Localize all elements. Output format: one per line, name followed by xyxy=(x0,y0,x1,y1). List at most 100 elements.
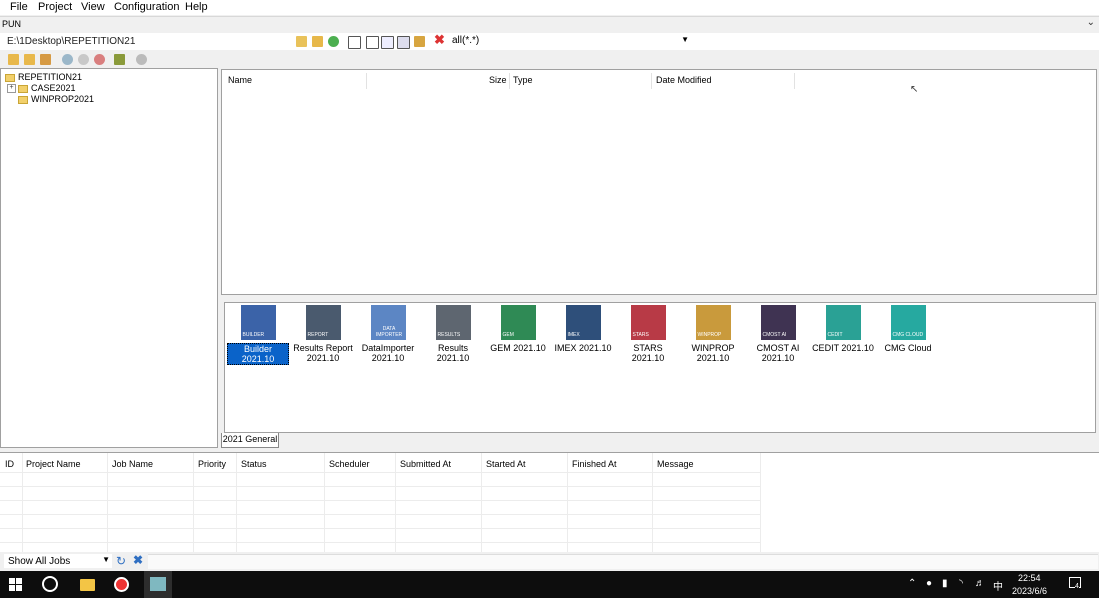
menu-help[interactable]: Help xyxy=(185,1,208,13)
horizontal-scrollbar[interactable] xyxy=(148,554,1098,569)
grid-line xyxy=(0,528,760,529)
chevron-down-icon[interactable]: ⌄ xyxy=(1087,17,1095,28)
tree-node-label: CASE2021 xyxy=(31,83,76,93)
wifi-icon[interactable]: ◝ xyxy=(959,578,963,589)
cmg-launcher-taskbar-item[interactable] xyxy=(144,571,172,598)
open-project-icon[interactable] xyxy=(8,54,19,65)
column-message[interactable]: Message xyxy=(657,459,694,469)
menu-view[interactable]: View xyxy=(81,1,105,13)
grid-line xyxy=(567,453,568,552)
menu-file[interactable]: File xyxy=(10,1,28,13)
app-label: DataImporter 2021.10 xyxy=(361,343,415,363)
column-status[interactable]: Status xyxy=(241,459,267,469)
notes-icon[interactable] xyxy=(114,54,125,65)
winprop-icon: WINPROP xyxy=(695,305,731,340)
app-winprop[interactable]: WINPROP WINPROP 2021.10 xyxy=(682,305,744,363)
column-separator[interactable] xyxy=(794,73,795,89)
dropdown-arrow-icon: ▼ xyxy=(102,555,110,564)
cmg-app-icon xyxy=(150,577,166,591)
recorder-app-icon[interactable] xyxy=(114,577,129,592)
app-dataimporter[interactable]: DATA IMPORTER DataImporter 2021.10 xyxy=(357,305,419,363)
column-date-modified[interactable]: Date Modified xyxy=(656,75,712,85)
column-project-name[interactable]: Project Name xyxy=(26,459,81,469)
properties-icon[interactable] xyxy=(414,36,425,47)
tree-node-label: WINPROP2021 xyxy=(31,94,95,104)
column-job-name[interactable]: Job Name xyxy=(112,459,153,469)
clock-time[interactable]: 22:54 xyxy=(1018,573,1041,583)
column-scheduler[interactable]: Scheduler xyxy=(329,459,370,469)
expand-icon[interactable]: + xyxy=(7,84,16,94)
chevron-up-icon[interactable]: ⌃ xyxy=(908,578,916,589)
folder-open-icon[interactable] xyxy=(312,36,323,47)
help-icon[interactable] xyxy=(136,54,147,65)
file-explorer-icon[interactable] xyxy=(80,579,95,591)
column-separator[interactable] xyxy=(366,73,367,89)
clear-icon[interactable]: ✖ xyxy=(133,553,143,567)
ime-indicator[interactable]: 中 xyxy=(993,578,1003,593)
tree-root[interactable]: REPETITION21 xyxy=(5,72,82,83)
app-builder[interactable]: BUILDER Builder 2021.10 xyxy=(227,305,289,365)
app-stars[interactable]: STARS STARS 2021.10 xyxy=(617,305,679,363)
refresh-icon[interactable] xyxy=(328,36,339,47)
job-toolbar: Show All Jobs ▼ ↻ ✖ xyxy=(0,552,1099,570)
column-name[interactable]: Name xyxy=(228,75,252,85)
refresh-icon[interactable]: ↻ xyxy=(116,554,126,568)
details-view-icon[interactable] xyxy=(397,36,410,49)
battery-icon[interactable]: ▮ xyxy=(942,578,948,589)
list-view-icon[interactable] xyxy=(381,36,394,49)
clock-date[interactable]: 2023/6/6 xyxy=(1012,586,1047,596)
app-cmost-ai[interactable]: CMOST AI CMOST AI 2021.10 xyxy=(747,305,809,363)
column-type[interactable]: Type xyxy=(513,75,533,85)
kill-icon[interactable] xyxy=(94,54,105,65)
app-cmg-cloud[interactable]: CMG CLOUD CMG Cloud xyxy=(877,305,939,353)
column-separator[interactable] xyxy=(509,73,510,89)
show-jobs-select[interactable]: Show All Jobs ▼ xyxy=(4,554,112,568)
tab-2021-general[interactable]: 2021 General xyxy=(221,433,279,448)
menu-project[interactable]: Project xyxy=(38,1,72,13)
tree-node-case2021[interactable]: + CASE2021 xyxy=(7,83,76,94)
column-priority[interactable]: Priority xyxy=(198,459,226,469)
search-icon[interactable] xyxy=(42,576,58,592)
tree-root-label: REPETITION21 xyxy=(18,72,83,82)
window-title: PUN xyxy=(2,19,22,29)
grid-line xyxy=(324,453,325,552)
tree-toolbar xyxy=(0,51,218,67)
column-started-at[interactable]: Started At xyxy=(486,459,526,469)
cedit-icon: CEDIT xyxy=(825,305,861,340)
column-id[interactable]: ID xyxy=(5,459,14,469)
app-imex[interactable]: IMEX IMEX 2021.10 xyxy=(552,305,614,353)
app-label: Builder 2021.10 xyxy=(227,343,289,365)
windows-start-icon[interactable] xyxy=(9,578,22,591)
volume-icon[interactable]: ♬ xyxy=(975,578,985,589)
mouse-cursor-icon: ↖ xyxy=(910,84,919,95)
gem-icon: GEM xyxy=(500,305,536,340)
microphone-icon[interactable]: ● xyxy=(926,578,932,589)
delete-icon[interactable]: ✖ xyxy=(434,33,445,46)
stop-icon[interactable] xyxy=(78,54,89,65)
grid-line xyxy=(22,453,23,552)
remove-project-icon[interactable] xyxy=(40,54,51,65)
tree-view-icon[interactable] xyxy=(366,36,379,49)
column-separator[interactable] xyxy=(651,73,652,89)
column-submitted-at[interactable]: Submitted At xyxy=(400,459,451,469)
folder-up-icon[interactable] xyxy=(296,36,307,47)
panel-title-strip: PUN ⌄ xyxy=(0,16,1099,34)
app-results-report[interactable]: REPORT Results Report 2021.10 xyxy=(292,305,354,363)
column-size[interactable]: Size xyxy=(489,75,507,85)
tree-node-winprop2021[interactable]: WINPROP2021 xyxy=(18,94,94,105)
app-gem[interactable]: GEM GEM 2021.10 xyxy=(487,305,549,353)
run-icon[interactable] xyxy=(62,54,73,65)
notification-icon[interactable]: 4 xyxy=(1069,577,1081,590)
sort-name-icon[interactable] xyxy=(348,36,361,49)
grid-line xyxy=(0,472,760,473)
column-finished-at[interactable]: Finished At xyxy=(572,459,617,469)
path-input[interactable] xyxy=(4,34,222,48)
app-cedit[interactable]: CEDIT CEDIT 2021.10 xyxy=(812,305,874,353)
app-launcher: BUILDER Builder 2021.10 REPORT Results R… xyxy=(224,302,1096,433)
app-label: WINPROP 2021.10 xyxy=(691,343,735,363)
file-filter-select[interactable]: all(*.*) ▼ xyxy=(450,34,693,48)
new-project-icon[interactable] xyxy=(24,54,35,65)
show-jobs-value: Show All Jobs xyxy=(8,556,71,567)
menu-configuration[interactable]: Configuration xyxy=(114,1,179,13)
app-results[interactable]: RESULTS Results 2021.10 xyxy=(422,305,484,363)
